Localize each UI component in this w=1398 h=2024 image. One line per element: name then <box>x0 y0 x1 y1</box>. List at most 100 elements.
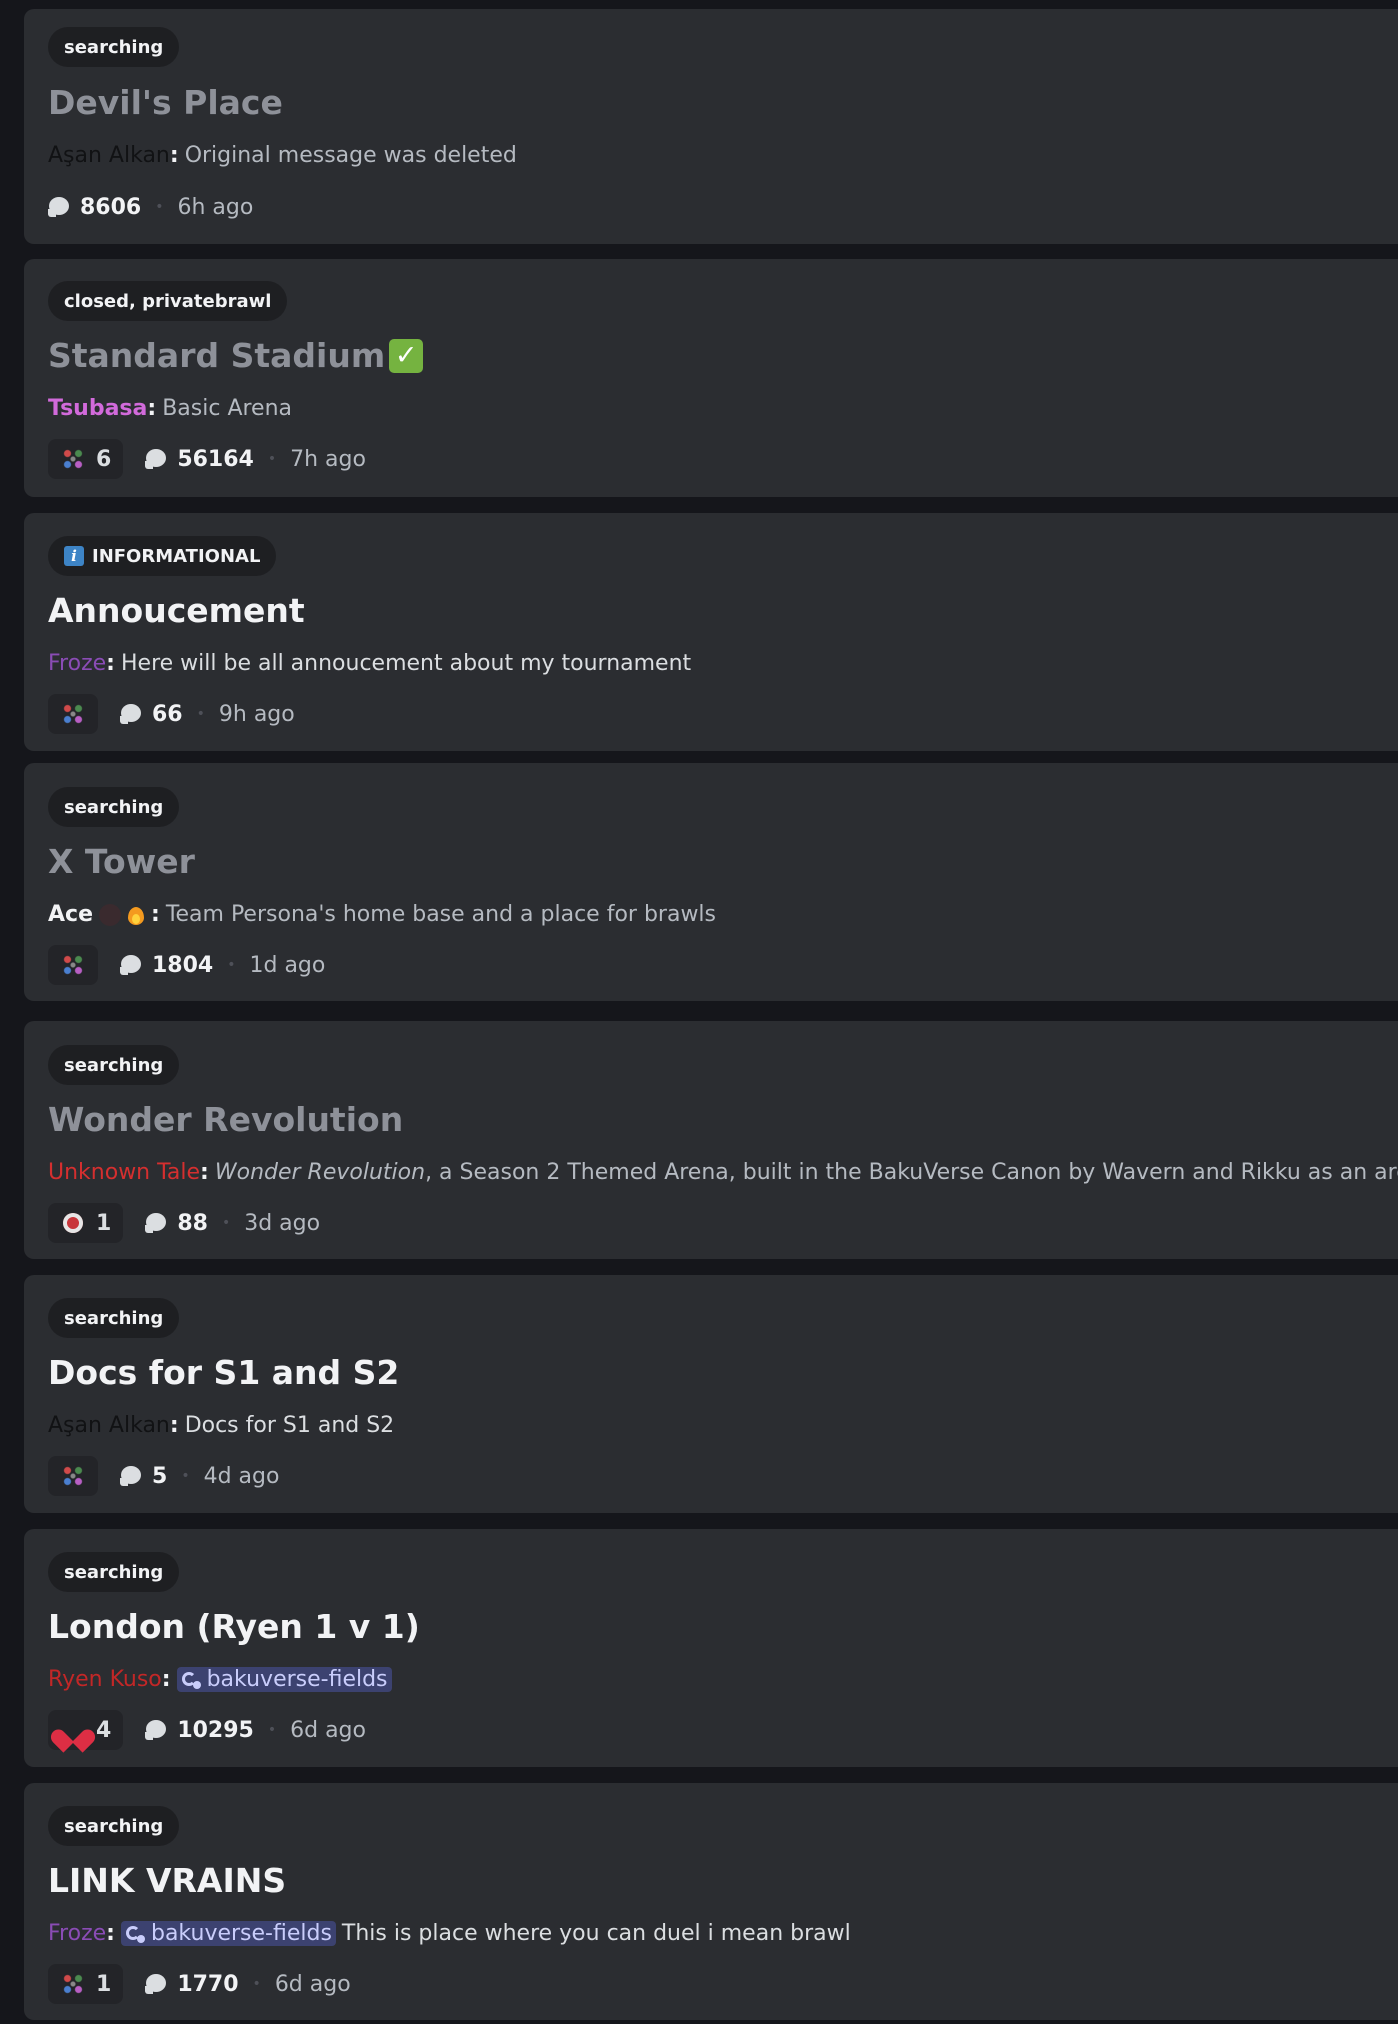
info-icon: i <box>64 546 84 566</box>
post-title-text: Devil's Place <box>48 83 283 122</box>
forum-channel-icon <box>181 1670 201 1690</box>
forum-channel-icon <box>125 1924 145 1944</box>
post-preview: Froze: Here will be all annoucement abou… <box>48 651 691 676</box>
tag-label: closed, privatebrawl <box>64 290 272 312</box>
post-footer: 66 • 9h ago <box>48 694 295 734</box>
author-name[interactable]: Froze <box>48 1921 106 1946</box>
reaction-count: 4 <box>96 1717 112 1743</box>
forum-post[interactable]: searching Devil's Place Aşan Alkan: Orig… <box>24 9 1398 244</box>
post-preview: Unknown Tale: Wonder Revolution, a Seaso… <box>48 1160 1398 1185</box>
post-title[interactable]: Devil's Place <box>48 83 283 122</box>
reaction-button[interactable] <box>48 694 98 734</box>
forum-post[interactable]: searching Docs for S1 and S2 Aşan Alkan:… <box>24 1275 1398 1513</box>
preview-text: Here will be all annoucement about my to… <box>120 651 692 676</box>
separator-dot: • <box>252 1976 261 1992</box>
author-name[interactable]: Froze <box>48 651 106 676</box>
post-footer: 8606 • 6h ago <box>48 187 253 227</box>
separator-dot: • <box>155 199 164 215</box>
post-time: 6h ago <box>177 194 254 220</box>
forum-post[interactable]: searching London (Ryen 1 v 1) Ryen Kuso:… <box>24 1529 1398 1767</box>
post-tag[interactable]: searching <box>48 1298 180 1338</box>
channel-mention[interactable]: bakuverse-fields <box>120 1921 336 1946</box>
post-tag[interactable]: i INFORMATIONAL <box>48 536 277 576</box>
post-title[interactable]: Wonder Revolution <box>48 1100 403 1139</box>
author-colon: : <box>200 1160 209 1185</box>
post-preview: Aşan Alkan: Original message was deleted <box>48 143 517 168</box>
post-title[interactable]: Standard Stadium ✓ <box>48 336 424 375</box>
post-tag[interactable]: searching <box>48 787 180 827</box>
message-count-icon <box>145 448 167 470</box>
author-colon: : <box>147 396 157 421</box>
message-count-icon <box>120 954 142 976</box>
separator-dot: • <box>196 706 205 722</box>
reaction-button[interactable] <box>48 1456 98 1496</box>
message-count: 88 <box>177 1210 208 1236</box>
author-name[interactable]: Aşan Alkan <box>48 1413 170 1438</box>
preview-text: Docs for S1 and S2 <box>184 1413 395 1438</box>
post-title-text: LINK VRAINS <box>48 1861 287 1900</box>
post-title[interactable]: London (Ryen 1 v 1) <box>48 1607 420 1646</box>
author-name[interactable]: Unknown Tale <box>48 1160 200 1185</box>
reaction-button[interactable]: 1 <box>48 1203 124 1243</box>
post-time: 7h ago <box>290 446 366 472</box>
tag-label: searching <box>64 1054 164 1076</box>
post-footer: 5 • 4d ago <box>48 1456 279 1496</box>
reaction-button[interactable]: 4 <box>48 1710 124 1750</box>
badge-reaction-icon <box>60 1210 86 1236</box>
post-footer: 1 88 • 3d ago <box>48 1203 320 1243</box>
message-count-icon <box>145 1719 167 1741</box>
message-count: 1770 <box>177 1971 239 1997</box>
forum-post[interactable]: searching X Tower Ace : Team Persona's h… <box>24 763 1398 1001</box>
grid-reaction-icon <box>60 1971 86 1997</box>
post-tag[interactable]: searching <box>48 1552 180 1592</box>
separator-dot: • <box>267 1722 277 1738</box>
tag-label: searching <box>64 1561 164 1583</box>
preview-text: , a Season 2 Themed Arena, built in the … <box>425 1160 1398 1185</box>
reaction-count: 1 <box>96 1971 112 1997</box>
preview-text: This is place where you can duel i mean … <box>341 1921 851 1946</box>
author-colon: : <box>106 651 115 676</box>
author-name[interactable]: Aşan Alkan <box>48 143 170 168</box>
message-count-icon <box>145 1212 167 1234</box>
post-title[interactable]: Docs for S1 and S2 <box>48 1353 399 1392</box>
post-preview: Tsubasa: Basic Arena <box>48 396 292 421</box>
post-footer: 6 56164 • 7h ago <box>48 439 366 479</box>
message-count-icon <box>145 1973 167 1995</box>
post-time: 6d ago <box>274 1971 351 1997</box>
reaction-button[interactable]: 6 <box>48 439 124 479</box>
reaction-button[interactable] <box>48 945 98 985</box>
post-footer: 1 1770 • 6d ago <box>48 1964 351 2004</box>
forum-post[interactable]: searching LINK VRAINS Froze: bakuverse-f… <box>24 1783 1398 2020</box>
preview-text: Basic Arena <box>162 396 293 421</box>
author-name[interactable]: Ace <box>48 902 93 927</box>
author-name[interactable]: Ryen Kuso <box>48 1667 162 1692</box>
author-colon: : <box>106 1921 115 1946</box>
post-title-text: Standard Stadium <box>48 336 386 375</box>
message-count: 8606 <box>80 194 142 220</box>
channel-mention[interactable]: bakuverse-fields <box>176 1667 392 1692</box>
post-tag[interactable]: searching <box>48 1045 180 1085</box>
post-tag[interactable]: searching <box>48 1806 180 1846</box>
tag-label: searching <box>64 1307 164 1329</box>
tag-label: INFORMATIONAL <box>92 545 261 567</box>
channel-mention-label: bakuverse-fields <box>150 1921 332 1946</box>
post-tag[interactable]: closed, privatebrawl <box>48 281 288 321</box>
post-title[interactable]: X Tower <box>48 842 195 881</box>
forum-post[interactable]: i INFORMATIONAL Annoucement Froze: Here … <box>24 513 1398 751</box>
grid-reaction-icon <box>60 446 86 472</box>
message-count-icon <box>120 1465 142 1487</box>
tag-label: searching <box>64 36 164 58</box>
channel-mention-label: bakuverse-fields <box>206 1667 388 1692</box>
author-name[interactable]: Tsubasa <box>48 396 147 421</box>
post-title[interactable]: LINK VRAINS <box>48 1861 286 1900</box>
post-tag[interactable]: searching <box>48 27 180 67</box>
post-time: 1d ago <box>249 952 326 978</box>
post-title[interactable]: Annoucement <box>48 591 305 630</box>
post-time: 9h ago <box>218 701 295 727</box>
message-count: 10295 <box>177 1717 254 1743</box>
forum-post[interactable]: searching Wonder Revolution Unknown Tale… <box>24 1021 1398 1259</box>
post-preview: Froze: bakuverse-fields This is place wh… <box>48 1921 851 1946</box>
forum-post[interactable]: closed, privatebrawl Standard Stadium ✓ … <box>24 259 1398 497</box>
message-count: 5 <box>152 1463 168 1489</box>
reaction-button[interactable]: 1 <box>48 1964 124 2004</box>
